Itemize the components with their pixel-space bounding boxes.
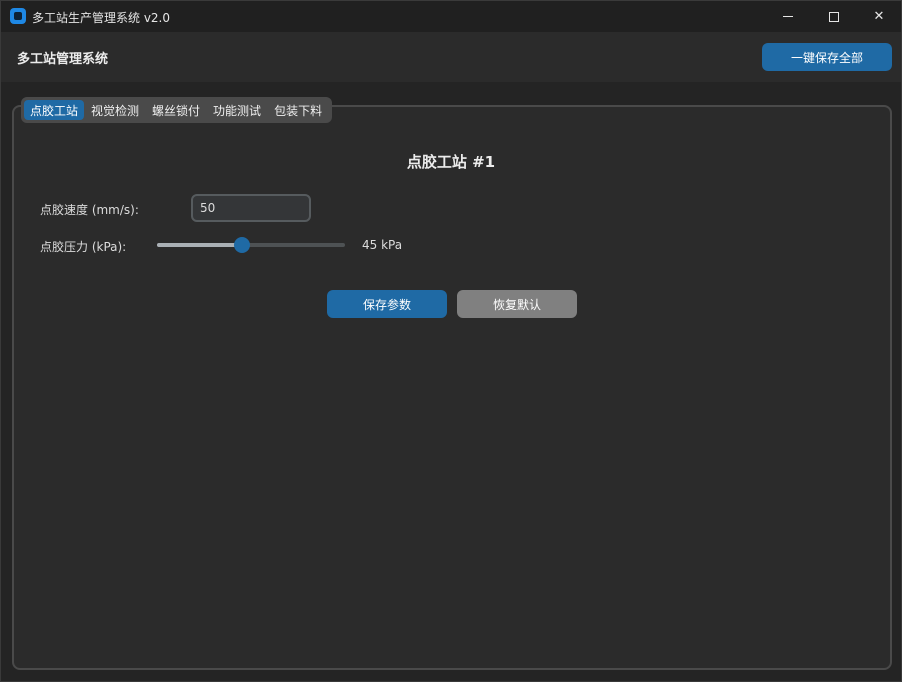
app-window: 多工站生产管理系统 v2.0 ✕ 多工站管理系统 一键保存全部 点胶工站 视觉检…: [0, 0, 902, 682]
tab-vision-inspection[interactable]: 视觉检测: [85, 100, 145, 120]
window-title: 多工站生产管理系统 v2.0: [32, 11, 171, 25]
tab-packaging-unload[interactable]: 包装下料: [268, 100, 328, 120]
slider-handle[interactable]: [233, 237, 250, 253]
tab-dispensing[interactable]: 点胶工站: [24, 100, 85, 120]
tab-function-test[interactable]: 功能测试: [207, 100, 267, 120]
speed-label: 点胶速度 (mm/s):: [40, 203, 139, 217]
save-all-button[interactable]: 一键保存全部: [762, 43, 892, 71]
speed-input[interactable]: [191, 194, 311, 222]
minimize-button[interactable]: [765, 1, 811, 32]
app-icon: [10, 8, 26, 24]
close-button[interactable]: ✕: [856, 1, 902, 32]
tab-screw-fastening[interactable]: 螺丝锁付: [146, 100, 206, 120]
slider-fill: [157, 243, 242, 247]
reset-default-button[interactable]: 恢复默认: [457, 290, 577, 318]
pressure-slider[interactable]: [157, 237, 345, 253]
tab-bar: 点胶工站 视觉检测 螺丝锁付 功能测试 包装下料: [21, 97, 333, 123]
title-bar: 多工站生产管理系统 v2.0 ✕: [1, 1, 901, 32]
pressure-label: 点胶压力 (kPa):: [40, 240, 127, 254]
close-icon: ✕: [873, 9, 885, 24]
minimize-icon: [783, 16, 793, 17]
pressure-value: 45 kPa: [362, 238, 403, 252]
header-title: 多工站管理系统: [17, 52, 109, 67]
maximize-button[interactable]: [811, 1, 857, 32]
header-bar: 多工站管理系统 一键保存全部: [1, 32, 901, 82]
save-params-button[interactable]: 保存参数: [327, 290, 447, 318]
station-title: 点胶工站 #1: [406, 153, 496, 171]
maximize-icon: [829, 11, 839, 22]
tab-content-frame: [12, 105, 892, 670]
